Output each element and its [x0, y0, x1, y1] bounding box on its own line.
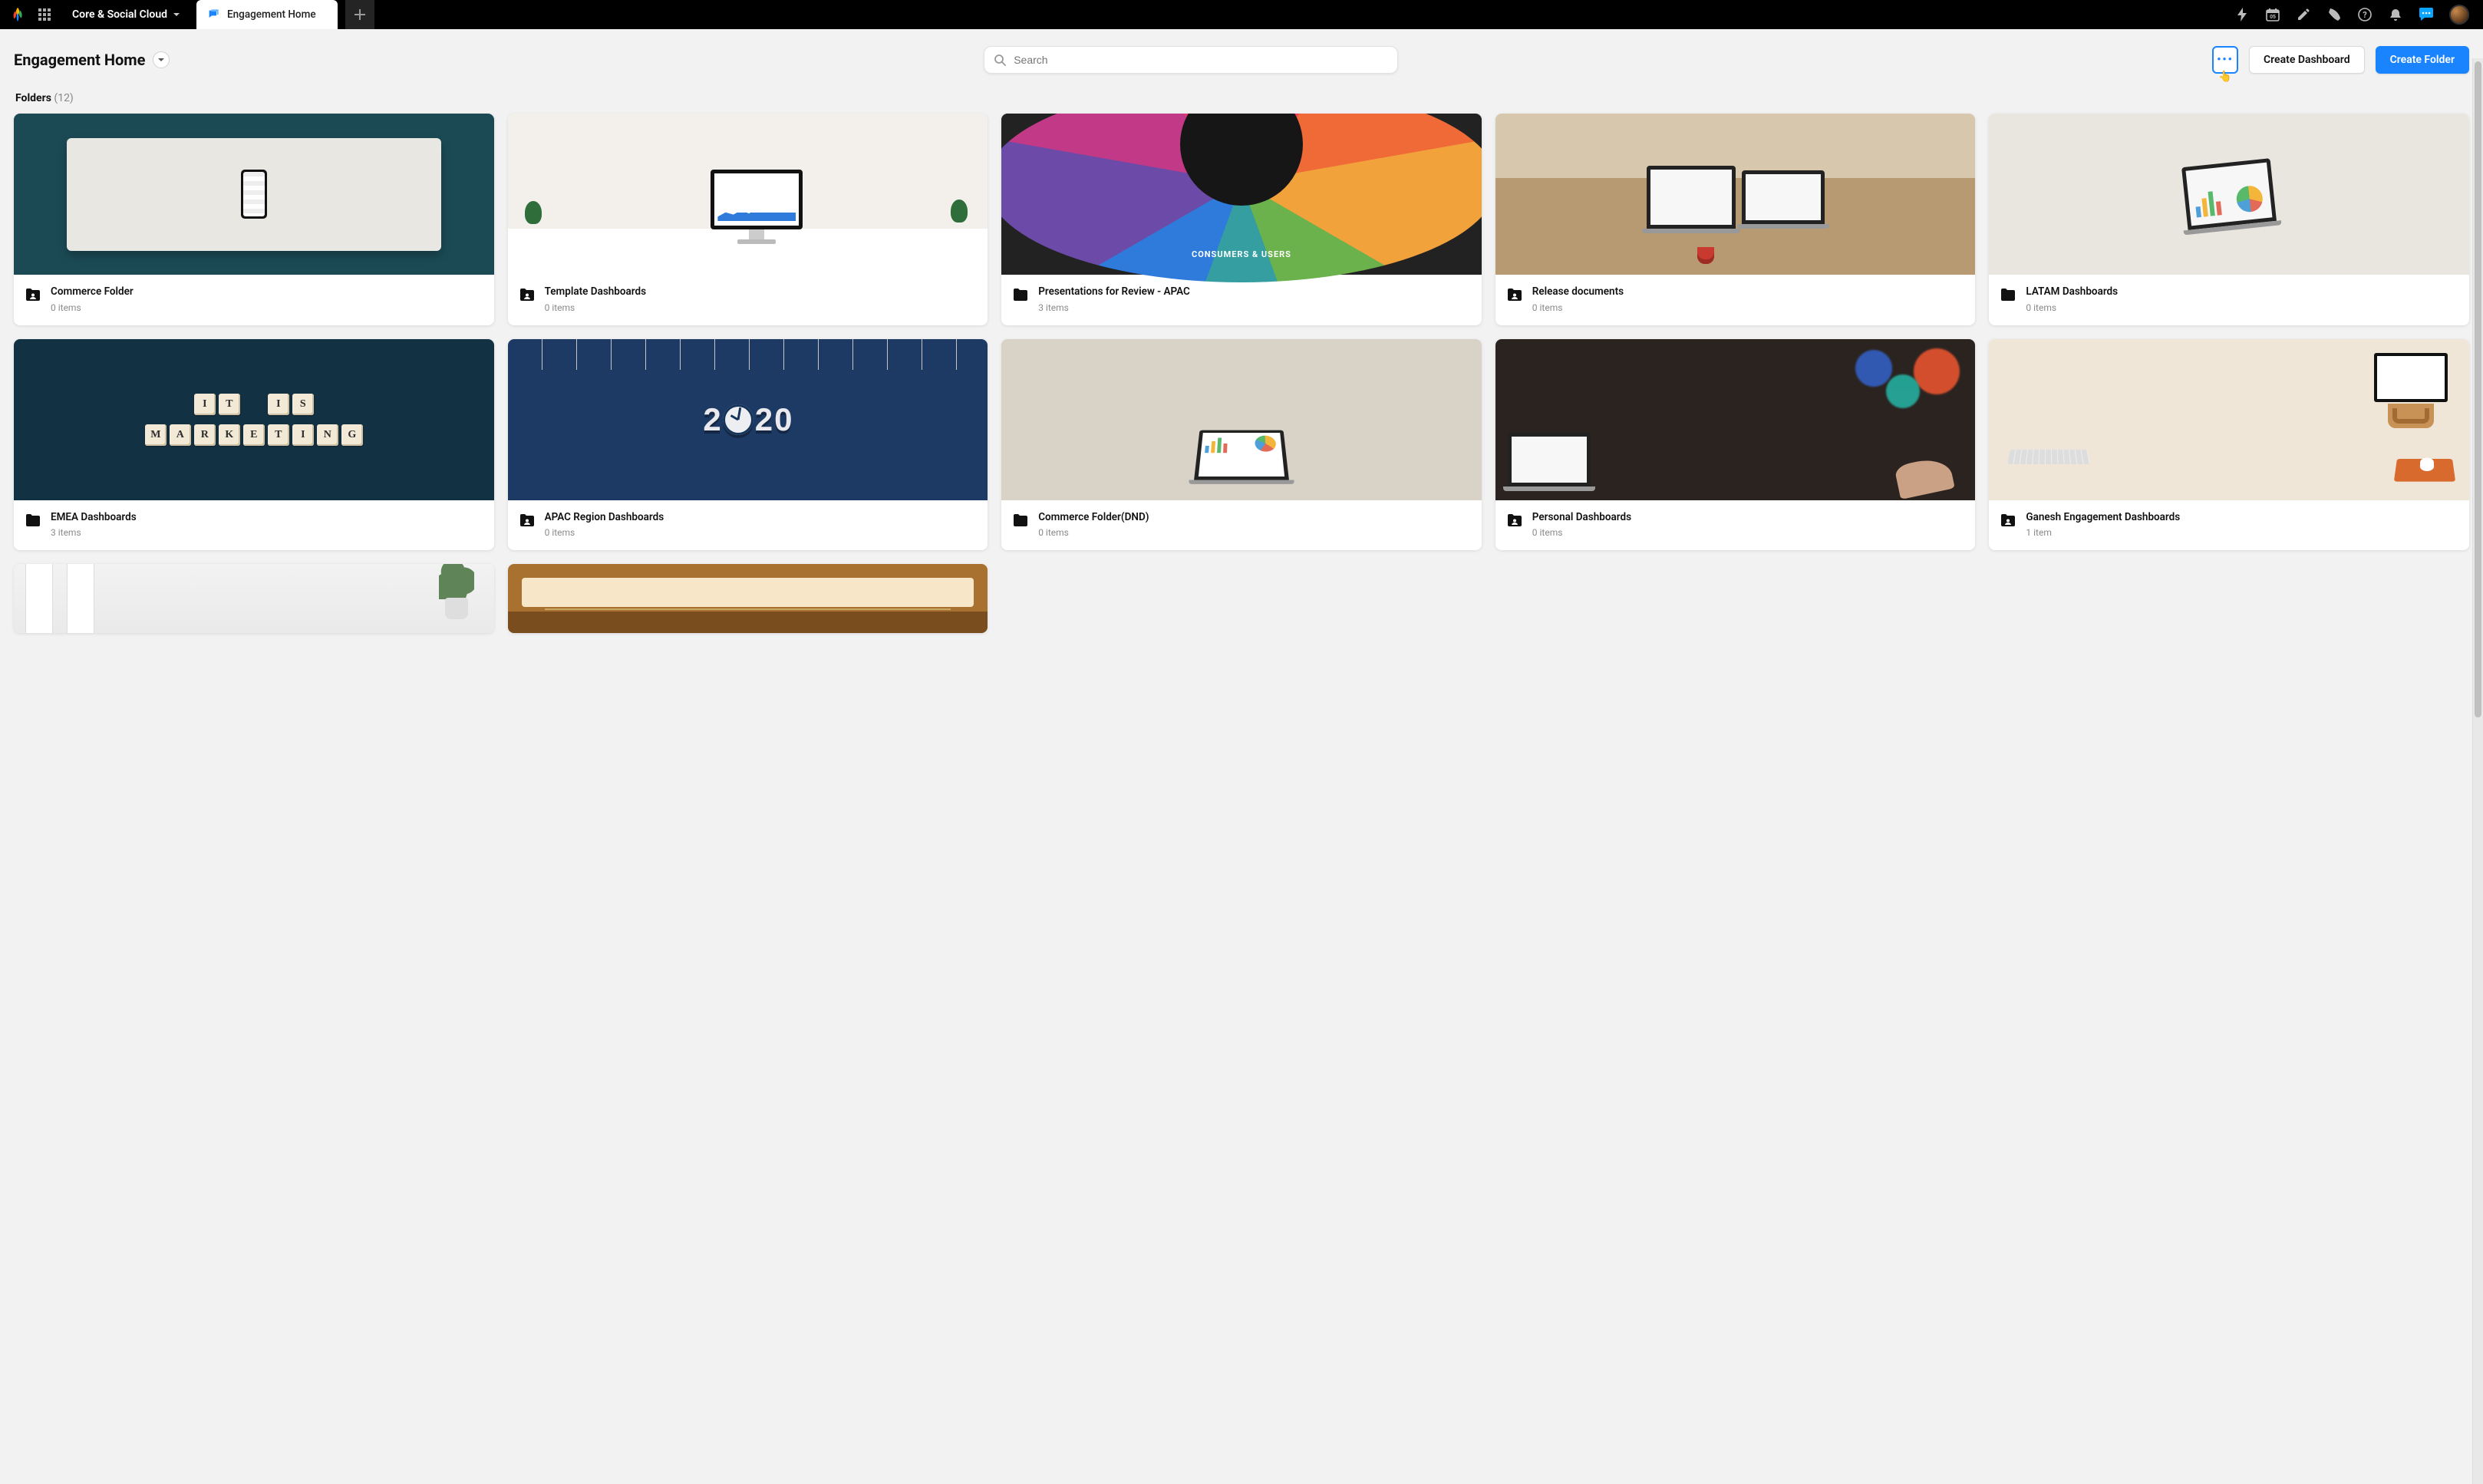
folder-name: Ganesh Engagement Dashboards — [2026, 511, 2180, 525]
calendar-icon[interactable]: 05 — [2265, 7, 2280, 22]
phone-icon[interactable] — [2326, 7, 2342, 22]
shared-folder-icon — [25, 286, 41, 303]
folder-thumbnail — [508, 114, 988, 275]
folder-name: Presentations for Review - APAC — [1038, 285, 1190, 299]
folder-name: APAC Region Dashboards — [545, 511, 664, 525]
folder-card[interactable]: Personal Dashboards 0 items — [1495, 339, 1976, 551]
folder-card[interactable]: LATAM Dashboards 0 items — [1989, 114, 2469, 325]
messages-icon[interactable] — [2419, 7, 2434, 22]
folder-items: 0 items — [2026, 302, 2118, 313]
bell-icon[interactable] — [2388, 7, 2403, 22]
folder-icon — [1012, 286, 1029, 303]
folder-card[interactable]: Commerce Folder(DND) 0 items — [1001, 339, 1482, 551]
page-body: Engagement Home ••• 👆 Create Dashboard C… — [0, 29, 2483, 1484]
folder-card[interactable] — [508, 564, 988, 633]
create-folder-button[interactable]: Create Folder — [2376, 46, 2469, 74]
workspace-name: Core & Social Cloud — [72, 8, 167, 21]
folder-thumbnail — [1495, 114, 1976, 275]
folder-card[interactable]: CONSUMERS & USERS Presentations for Revi… — [1001, 114, 1482, 325]
folder-thumbnail — [1001, 339, 1482, 500]
folder-items: 3 items — [1038, 302, 1190, 313]
app-launcher-icon[interactable] — [34, 4, 55, 25]
workspace-switcher[interactable]: Core & Social Cloud — [63, 0, 190, 29]
thumbnail-text: CONSUMERS & USERS — [1001, 249, 1482, 259]
shared-folder-icon — [1506, 512, 1523, 529]
shared-folder-icon — [1506, 286, 1523, 303]
cursor-icon: 👆 — [2218, 71, 2231, 83]
folder-card[interactable]: Commerce Folder 0 items — [14, 114, 494, 325]
folder-thumbnail: 220 — [508, 339, 988, 500]
shared-folder-icon — [519, 512, 536, 529]
section-count: (12) — [54, 92, 73, 104]
folder-icon — [2000, 286, 2016, 303]
folder-icon — [25, 512, 41, 529]
svg-text:?: ? — [2363, 10, 2367, 20]
folder-card[interactable]: Ganesh Engagement Dashboards 1 item — [1989, 339, 2469, 551]
folder-name: EMEA Dashboards — [51, 511, 137, 525]
folder-thumbnail — [1495, 339, 1976, 500]
tab-engagement-home[interactable]: Engagement Home — [196, 0, 338, 29]
folder-name: Template Dashboards — [545, 285, 646, 299]
compose-icon[interactable] — [2296, 7, 2311, 22]
tab-label: Engagement Home — [227, 8, 316, 21]
folder-items: 3 items — [51, 527, 137, 538]
title-dropdown[interactable] — [153, 51, 170, 68]
folder-name: LATAM Dashboards — [2026, 285, 2118, 299]
user-avatar[interactable] — [2449, 5, 2469, 25]
folder-name: Commerce Folder — [51, 285, 134, 299]
folder-items: 0 items — [545, 302, 646, 313]
chat-icon — [207, 8, 219, 21]
folder-items: 0 items — [1038, 527, 1149, 538]
search-icon — [994, 54, 1006, 66]
folder-card[interactable]: Template Dashboards 0 items — [508, 114, 988, 325]
section-label: Folders — [15, 92, 51, 104]
folder-items: 0 items — [1532, 527, 1631, 538]
folder-card[interactable]: ITIS MARKETING EMEA Dashboards 3 items — [14, 339, 494, 551]
svg-text:05: 05 — [2270, 15, 2276, 20]
folder-name: Personal Dashboards — [1532, 511, 1631, 525]
folder-thumbnail — [1989, 339, 2469, 500]
folder-name: Release documents — [1532, 285, 1624, 299]
section-folders-title: Folders (12) — [15, 92, 2469, 104]
folder-card[interactable] — [14, 564, 494, 633]
folder-thumbnail — [508, 564, 988, 633]
more-actions-button[interactable]: ••• 👆 — [2212, 46, 2238, 74]
folder-items: 0 items — [545, 527, 664, 538]
folder-card[interactable]: Release documents 0 items — [1495, 114, 1976, 325]
page-title: Engagement Home — [14, 51, 145, 69]
help-icon[interactable]: ? — [2357, 7, 2373, 22]
folder-items: 0 items — [1532, 302, 1624, 313]
folder-thumbnail: ITIS MARKETING — [14, 339, 494, 500]
sprinklr-logo-icon[interactable] — [8, 4, 29, 25]
shared-folder-icon — [519, 286, 536, 303]
global-topbar: Core & Social Cloud Engagement Home 05 ? — [0, 0, 2483, 29]
bolt-icon[interactable] — [2234, 7, 2250, 22]
folders-grid: Commerce Folder 0 items Template Dashboa… — [14, 114, 2469, 633]
ellipsis-icon: ••• — [2217, 54, 2234, 66]
shared-folder-icon — [2000, 512, 2016, 529]
folder-card[interactable]: 220 APAC Region Dashboards 0 items — [508, 339, 988, 551]
new-tab-button[interactable] — [345, 0, 374, 29]
search-bar[interactable] — [984, 46, 1398, 74]
folder-thumbnail: CONSUMERS & USERS — [1001, 114, 1482, 275]
chevron-down-icon — [172, 10, 181, 19]
folder-icon — [1012, 512, 1029, 529]
folder-items: 0 items — [51, 302, 134, 313]
folder-name: Commerce Folder(DND) — [1038, 511, 1149, 525]
folder-thumbnail — [14, 114, 494, 275]
folder-items: 1 item — [2026, 527, 2180, 538]
create-dashboard-button[interactable]: Create Dashboard — [2249, 46, 2365, 74]
folder-thumbnail — [14, 564, 494, 633]
search-input[interactable] — [1014, 54, 1388, 66]
scrollbar[interactable] — [2472, 58, 2483, 1484]
folder-thumbnail — [1989, 114, 2469, 275]
